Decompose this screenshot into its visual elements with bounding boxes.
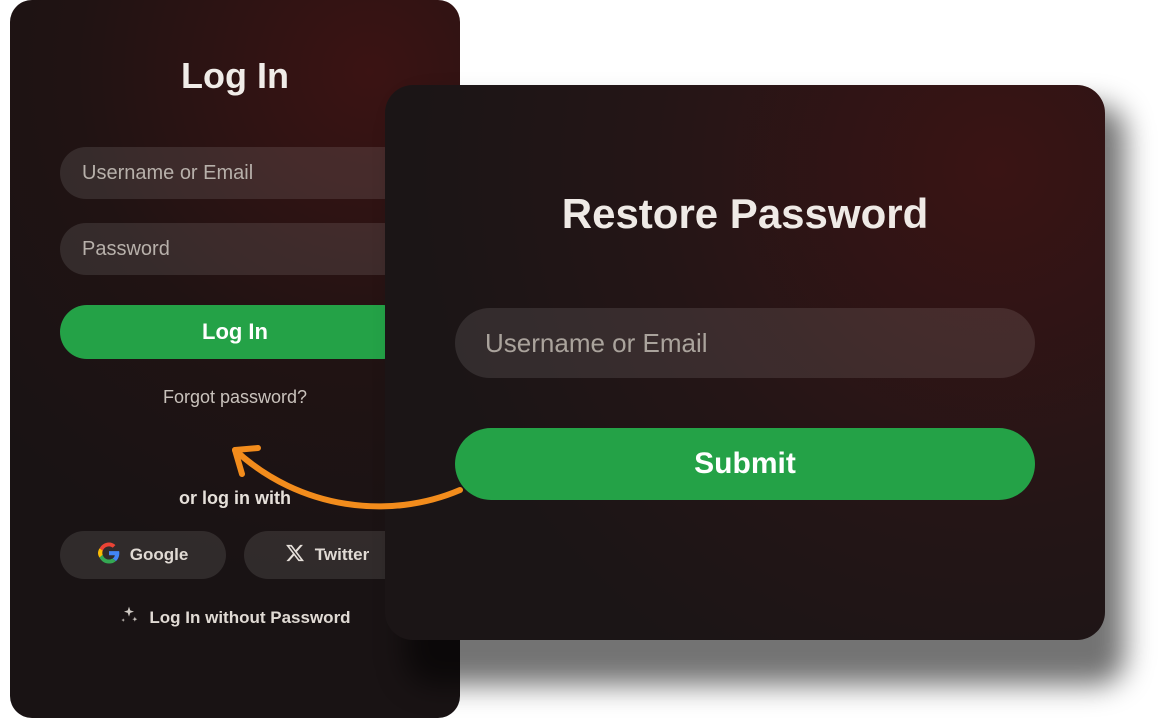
- sparkle-icon: [119, 605, 139, 630]
- google-icon: [98, 542, 120, 569]
- passwordless-login-label: Log In without Password: [149, 608, 350, 628]
- google-login-label: Google: [130, 545, 189, 565]
- passwordless-login-link[interactable]: Log In without Password: [60, 605, 410, 630]
- restore-password-card: Restore Password Submit: [385, 85, 1105, 640]
- restore-title: Restore Password: [455, 190, 1035, 238]
- forgot-password-link[interactable]: Forgot password?: [60, 387, 410, 408]
- x-icon: [285, 543, 305, 568]
- login-button[interactable]: Log In: [60, 305, 410, 359]
- restore-username-input[interactable]: [455, 308, 1035, 378]
- social-login-row: Google Twitter: [60, 531, 410, 579]
- login-title: Log In: [60, 55, 410, 97]
- password-input[interactable]: [60, 223, 410, 275]
- or-login-with-label: or log in with: [60, 488, 410, 509]
- google-login-button[interactable]: Google: [60, 531, 226, 579]
- username-input[interactable]: [60, 147, 410, 199]
- submit-button[interactable]: Submit: [455, 428, 1035, 500]
- twitter-login-label: Twitter: [315, 545, 369, 565]
